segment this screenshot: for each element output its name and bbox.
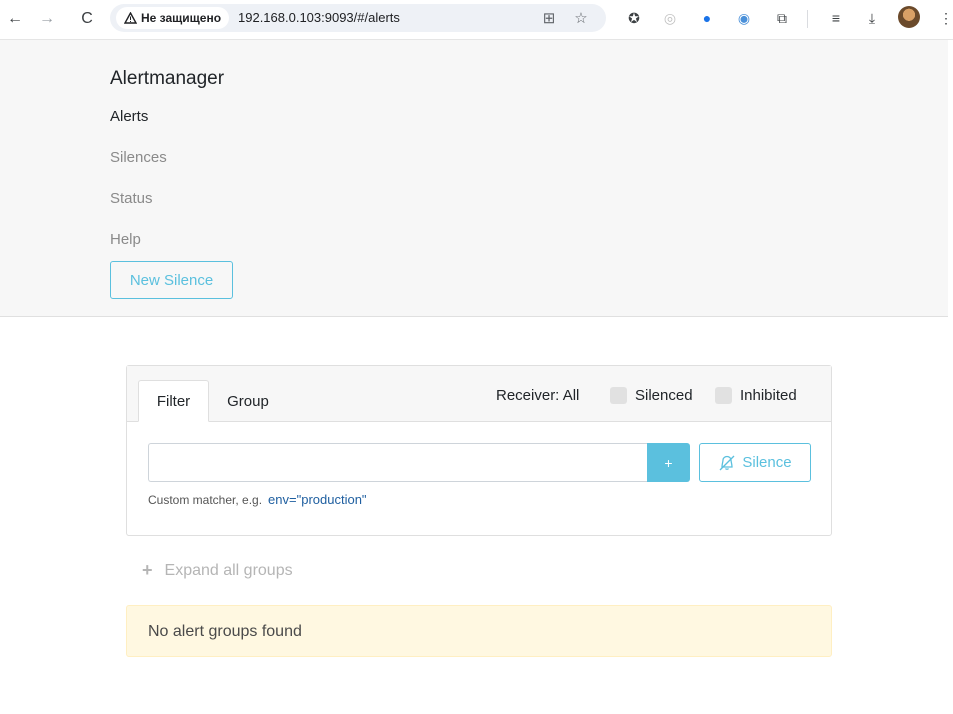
card-header: Filter Group Receiver: All Silenced Inhi… — [127, 366, 831, 422]
filter-card: Filter Group Receiver: All Silenced Inhi… — [126, 365, 832, 536]
expand-all-button[interactable]: + Expand all groups — [142, 560, 293, 581]
empty-state-alert: No alert groups found — [126, 605, 832, 657]
new-silence-button[interactable]: New Silence — [110, 261, 233, 299]
tab-filter[interactable]: Filter — [138, 380, 209, 422]
hint-example: env="production" — [268, 492, 367, 507]
address-bar[interactable]: Не защищено 192.168.0.103:9093/#/alerts … — [110, 4, 606, 32]
silence-button[interactable]: Silence — [699, 443, 811, 482]
translate-icon[interactable]: ⊞ — [540, 9, 558, 27]
warning-icon — [124, 12, 137, 24]
filter-input[interactable] — [148, 443, 647, 482]
menu-icon[interactable]: ⋮ — [936, 8, 953, 28]
extension-icon[interactable]: ◎ — [660, 8, 680, 28]
silenced-checkbox[interactable] — [610, 387, 627, 404]
profile-avatar[interactable] — [898, 6, 920, 28]
inhibited-label[interactable]: Inhibited — [740, 387, 797, 404]
security-chip[interactable]: Не защищено — [116, 7, 230, 29]
extension-icon[interactable]: ● — [697, 8, 717, 28]
tab-group[interactable]: Group — [217, 380, 279, 422]
nav-help[interactable]: Help — [110, 231, 141, 248]
download-icon[interactable]: ⤓ — [862, 8, 882, 28]
plus-icon: + — [142, 560, 153, 580]
silenced-label[interactable]: Silenced — [635, 387, 693, 404]
app-navbar: Alertmanager Alerts Silences Status Help… — [0, 40, 948, 317]
back-icon[interactable]: ← — [4, 8, 26, 30]
forward-icon[interactable]: → — [36, 8, 58, 30]
add-matcher-button[interactable]: + — [647, 443, 690, 482]
nav-silences[interactable]: Silences — [110, 149, 167, 166]
reading-list-icon[interactable]: ≡ — [826, 8, 846, 28]
empty-state-message: No alert groups found — [148, 623, 302, 640]
matcher-hint: Custom matcher, e.g. env="production" — [148, 492, 367, 507]
reload-icon[interactable]: C — [76, 8, 98, 30]
hint-text: Custom matcher, e.g. — [148, 493, 263, 507]
nav-status[interactable]: Status — [110, 190, 153, 207]
puzzle-icon[interactable]: ⧉ — [772, 8, 792, 28]
silence-button-label: Silence — [742, 454, 792, 471]
browser-toolbar: ← → C Не защищено 192.168.0.103:9093/#/a… — [0, 0, 953, 40]
toolbar-divider — [807, 10, 808, 28]
nav-alerts[interactable]: Alerts — [110, 108, 148, 125]
extension-icon[interactable]: ◉ — [734, 8, 754, 28]
receiver-select[interactable]: Receiver: All — [496, 387, 579, 404]
inhibited-checkbox[interactable] — [715, 387, 732, 404]
security-label: Не защищено — [141, 11, 222, 25]
url-text: 192.168.0.103:9093/#/alerts — [238, 10, 400, 25]
bookmark-star-icon[interactable]: ☆ — [572, 9, 590, 27]
expand-all-label: Expand all groups — [164, 561, 293, 579]
brand-title[interactable]: Alertmanager — [110, 68, 224, 90]
bell-slash-icon — [719, 455, 735, 470]
extension-icon[interactable]: ✪ — [624, 8, 644, 28]
